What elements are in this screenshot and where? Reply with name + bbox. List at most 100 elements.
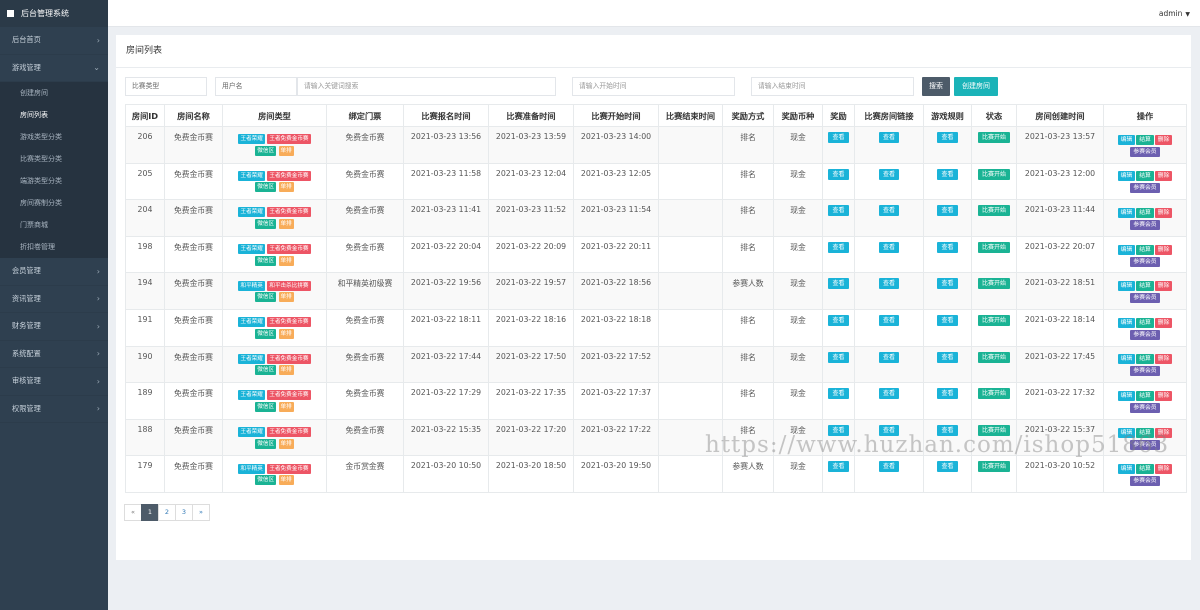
sidebar-item-permissions[interactable]: 权限管理 › [0,396,108,423]
submenu-ticket-shop[interactable]: 门票商城 [0,214,108,236]
settle-button[interactable]: 结算 [1136,464,1154,475]
sidebar-item-system[interactable]: 系统配置 › [0,341,108,368]
view-button[interactable]: 查看 [937,205,958,217]
cell-signup-time: 2021-03-23 11:58 [403,162,489,201]
settle-button[interactable]: 结算 [1136,390,1154,401]
cell-status: 比赛开始 [971,126,1017,164]
view-button[interactable]: 查看 [937,132,958,143]
user-menu[interactable]: admin ▼ [1159,9,1190,18]
settle-button[interactable]: 结算 [1136,207,1154,218]
page-button[interactable]: 2 [158,504,176,521]
view-button[interactable]: 查看 [937,241,958,253]
sidebar-item-label: 权限管理 [12,403,41,413]
delete-button[interactable]: 删除 [1154,390,1173,401]
settle-button[interactable]: 结算 [1136,171,1154,182]
submenu-game-type[interactable]: 游戏类型分类 [0,126,108,148]
next-page-button[interactable]: » [192,504,210,521]
sidebar-item-news[interactable]: 资讯管理 › [0,286,108,313]
view-button[interactable]: 查看 [828,278,849,290]
cell-signup-time: 2021-03-23 13:56 [403,126,489,164]
cell-signup-time: 2021-03-22 17:29 [403,382,489,420]
members-button[interactable]: 参赛会员 [1130,146,1160,157]
delete-button[interactable]: 删除 [1154,134,1173,145]
view-button[interactable]: 查看 [878,205,899,217]
delete-button[interactable]: 删除 [1154,244,1173,255]
edit-button[interactable]: 编辑 [1117,390,1136,401]
sidebar-item-games[interactable]: 游戏管理 ⌄ [0,55,108,82]
edit-button[interactable]: 编辑 [1117,317,1136,328]
submenu-room-format[interactable]: 房间赛制分类 [0,192,108,214]
view-button[interactable]: 查看 [828,461,849,473]
view-button[interactable]: 查看 [937,314,958,326]
delete-button[interactable]: 删除 [1154,317,1173,328]
view-button[interactable]: 查看 [878,168,899,180]
search-button[interactable]: 搜索 [922,77,950,96]
username-select[interactable]: 用户名 [215,77,297,96]
view-button[interactable]: 查看 [878,314,899,326]
edit-button[interactable]: 编辑 [1117,171,1136,182]
delete-button[interactable]: 删除 [1154,281,1173,292]
members-button[interactable]: 参赛会员 [1130,476,1160,487]
view-button[interactable]: 查看 [937,388,958,400]
cell-prepare-time: 2021-03-23 11:52 [488,199,574,237]
sidebar-item-audit[interactable]: 审核管理 › [0,368,108,396]
view-button[interactable]: 查看 [828,314,849,326]
members-button[interactable]: 参赛会员 [1130,256,1160,267]
members-button[interactable]: 参赛会员 [1130,219,1160,230]
delete-button[interactable]: 删除 [1154,171,1173,182]
view-button[interactable]: 查看 [937,461,958,473]
settle-button[interactable]: 结算 [1136,244,1154,255]
sidebar-item-members[interactable]: 会员管理 › [0,258,108,286]
view-button[interactable]: 查看 [828,168,849,180]
settle-button[interactable]: 结算 [1136,134,1154,145]
view-button[interactable]: 查看 [878,388,899,400]
edit-button[interactable]: 编辑 [1117,464,1136,475]
edit-button[interactable]: 编辑 [1117,281,1136,292]
end-time-input[interactable]: 请输入结束时间 [751,77,914,96]
keyword-input[interactable]: 请输入关键词搜索 [297,77,556,96]
create-room-button[interactable]: 创建房间 [954,77,998,96]
view-button[interactable]: 查看 [828,351,849,363]
members-button[interactable]: 参赛会员 [1130,293,1160,304]
settle-button[interactable]: 结算 [1136,281,1154,292]
view-button[interactable]: 查看 [828,241,849,253]
edit-button[interactable]: 编辑 [1117,134,1136,145]
view-button[interactable]: 查看 [878,132,899,143]
members-button[interactable]: 参赛会员 [1130,329,1160,340]
view-button[interactable]: 查看 [878,351,899,363]
view-button[interactable]: 查看 [828,205,849,217]
members-button[interactable]: 参赛会员 [1130,402,1160,413]
submenu-pc-game-type[interactable]: 端游类型分类 [0,170,108,192]
prev-page-button[interactable]: « [124,504,142,521]
view-button[interactable]: 查看 [878,461,899,473]
submenu-match-type[interactable]: 比赛类型分类 [0,148,108,170]
chevron-right-icon: › [96,266,100,276]
view-button[interactable]: 查看 [828,388,849,400]
view-button[interactable]: 查看 [878,241,899,253]
edit-button[interactable]: 编辑 [1117,354,1136,365]
members-button[interactable]: 参赛会员 [1130,183,1160,194]
match-type-select[interactable]: 比赛类型 [125,77,207,96]
view-button[interactable]: 查看 [937,278,958,290]
cell-room-id: 189 [125,382,165,420]
submenu-create-room[interactable]: 创建房间 [0,82,108,104]
edit-button[interactable]: 编辑 [1117,207,1136,218]
settle-button[interactable]: 结算 [1136,317,1154,328]
page-button[interactable]: 3 [175,504,193,521]
members-button[interactable]: 参赛会员 [1130,366,1160,377]
sidebar-item-home[interactable]: 后台首页 › [0,27,108,55]
view-button[interactable]: 查看 [937,351,958,363]
view-button[interactable]: 查看 [937,168,958,180]
view-button[interactable]: 查看 [878,278,899,290]
submenu-room-list[interactable]: 房间列表 [0,104,108,126]
settle-button[interactable]: 结算 [1136,354,1154,365]
delete-button[interactable]: 删除 [1154,354,1173,365]
delete-button[interactable]: 删除 [1154,464,1173,475]
submenu-discount[interactable]: 折扣卷管理 [0,236,108,258]
delete-button[interactable]: 删除 [1154,207,1173,218]
sidebar-item-finance[interactable]: 财务管理 › [0,313,108,341]
page-button[interactable]: 1 [141,504,159,521]
edit-button[interactable]: 编辑 [1117,244,1136,255]
view-button[interactable]: 查看 [828,132,849,143]
start-time-input[interactable]: 请输入开始时间 [572,77,735,96]
